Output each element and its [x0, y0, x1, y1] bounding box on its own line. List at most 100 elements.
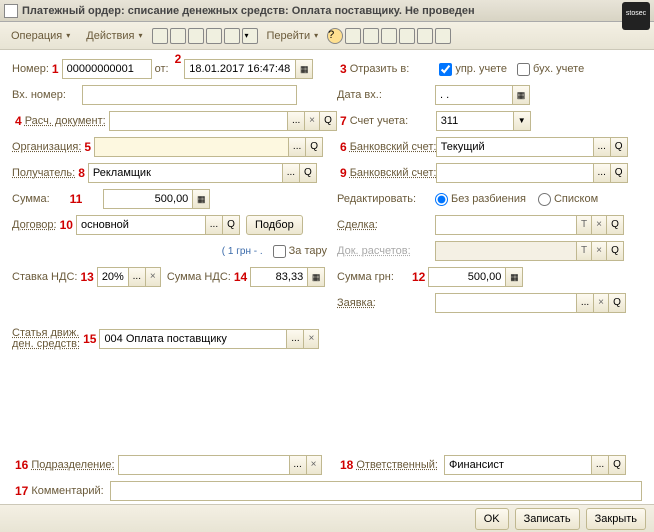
toolbar-icon-2[interactable] — [170, 28, 186, 44]
zayavka-input[interactable] — [435, 293, 577, 313]
lookup-button-4[interactable]: Q — [299, 163, 317, 183]
hint-grn: ( 1 грн - . — [222, 246, 263, 257]
clear-button-4[interactable]: × — [145, 267, 161, 287]
dots-button-5[interactable]: ... — [593, 163, 611, 183]
recipient-input[interactable] — [88, 163, 283, 183]
upr-label: упр. учете — [455, 63, 507, 75]
ok-button[interactable]: OK — [475, 508, 509, 530]
date-input[interactable] — [184, 59, 296, 79]
dots-button-7[interactable]: ... — [128, 267, 146, 287]
lookup-button-10[interactable]: Q — [608, 455, 626, 475]
footer: OK Записать Закрыть — [0, 504, 654, 532]
toolbar-icon-11[interactable] — [435, 28, 451, 44]
logo-badge: stosec — [622, 2, 650, 30]
toolbar-icon-8[interactable] — [381, 28, 397, 44]
lookup-button-3[interactable]: Q — [610, 137, 628, 157]
toolbar-icon-6[interactable] — [242, 28, 258, 44]
clear-button-5[interactable]: × — [593, 293, 609, 313]
clear-button-3[interactable]: × — [591, 241, 607, 261]
list-label: Списком — [554, 193, 598, 205]
dots-button-4[interactable]: ... — [282, 163, 300, 183]
save-button[interactable]: Записать — [515, 508, 580, 530]
calc-icon-2[interactable]: ▦ — [307, 267, 325, 287]
toolbar-icon-3[interactable] — [188, 28, 204, 44]
calendar-icon-2[interactable]: ▦ — [512, 85, 530, 105]
clear-button[interactable]: × — [304, 111, 320, 131]
dots-button-11[interactable]: ... — [591, 455, 609, 475]
toolbar-icon-1[interactable] — [152, 28, 168, 44]
article-label[interactable]: Статья движ. ден. средств: — [12, 328, 80, 350]
contract-label[interactable]: Договор: — [12, 219, 57, 231]
bux-checkbox[interactable] — [517, 63, 530, 76]
respons-input[interactable] — [444, 455, 592, 475]
in-number-input[interactable] — [82, 85, 297, 105]
dropdown-button[interactable]: ▼ — [513, 111, 531, 131]
org-input[interactable] — [94, 137, 289, 157]
lookup-button[interactable]: Q — [319, 111, 337, 131]
zayavka-label[interactable]: Заявка: — [337, 297, 435, 309]
subdiv-input[interactable] — [118, 455, 290, 475]
toolbar-icon-4[interactable] — [206, 28, 222, 44]
toolbar-icon-dk[interactable] — [345, 28, 361, 44]
calendar-icon[interactable]: ▦ — [295, 59, 313, 79]
number-input[interactable] — [62, 59, 152, 79]
dots-button-3[interactable]: ... — [593, 137, 611, 157]
lookup-button-9[interactable]: Q — [608, 293, 626, 313]
contract-input[interactable] — [76, 215, 206, 235]
in-date-input[interactable] — [435, 85, 513, 105]
select-button[interactable]: Подбор — [246, 215, 303, 235]
dots-button[interactable]: ... — [287, 111, 305, 131]
dots-button-6[interactable]: ... — [205, 215, 223, 235]
clear-button-6[interactable]: × — [303, 329, 319, 349]
upr-checkbox[interactable] — [439, 63, 452, 76]
sumgrn-input[interactable] — [428, 267, 506, 287]
list-radio[interactable] — [538, 193, 551, 206]
goto-menu[interactable]: Перейти — [260, 26, 326, 46]
operation-menu[interactable]: Операция — [4, 26, 77, 46]
toolbar-icon-7[interactable] — [363, 28, 379, 44]
marker-14: 14 — [234, 270, 247, 284]
zataru-checkbox[interactable] — [273, 245, 286, 258]
sum-input[interactable] — [103, 189, 193, 209]
deal-label[interactable]: Сделка: — [337, 219, 435, 231]
lookup-button-2[interactable]: Q — [305, 137, 323, 157]
t-button-2[interactable]: T — [576, 241, 592, 261]
subdiv-label[interactable]: Подразделение: — [31, 459, 114, 471]
calc-icon[interactable]: ▦ — [192, 189, 210, 209]
lookup-button-8[interactable]: Q — [606, 241, 624, 261]
actions-menu[interactable]: Действия — [79, 26, 149, 46]
t-button[interactable]: T — [576, 215, 592, 235]
lookup-button-6[interactable]: Q — [222, 215, 240, 235]
vatrate-input[interactable] — [97, 267, 129, 287]
org-label[interactable]: Организация: — [12, 141, 81, 153]
account-input[interactable] — [436, 111, 514, 131]
rasch-doc-label[interactable]: Расч. документ: — [25, 115, 106, 127]
bank-acc-label[interactable]: Банковский счет: — [350, 141, 436, 153]
toolbar-icon-9[interactable] — [399, 28, 415, 44]
vatsum-input[interactable] — [250, 267, 308, 287]
rasch-doc-input[interactable] — [109, 111, 288, 131]
lookup-button-5[interactable]: Q — [610, 163, 628, 183]
article-input[interactable] — [99, 329, 287, 349]
respons-label[interactable]: Ответственный: — [356, 459, 438, 471]
dots-button-9[interactable]: ... — [286, 329, 304, 349]
bank-acc2-label[interactable]: Банковский счет: — [350, 167, 436, 179]
dots-button-8[interactable]: ... — [576, 293, 594, 313]
lookup-button-7[interactable]: Q — [606, 215, 624, 235]
deal-input[interactable] — [435, 215, 577, 235]
bank-acc-input[interactable] — [436, 137, 594, 157]
recipient-label[interactable]: Получатель: — [12, 167, 75, 179]
help-icon[interactable]: ? — [327, 28, 343, 44]
calc-icon-3[interactable]: ▦ — [505, 267, 523, 287]
clear-button-7[interactable]: × — [306, 455, 322, 475]
toolbar-icon-10[interactable] — [417, 28, 433, 44]
close-button[interactable]: Закрыть — [586, 508, 646, 530]
dots-button-10[interactable]: ... — [289, 455, 307, 475]
bank-acc2-input[interactable] — [436, 163, 594, 183]
toolbar-icon-5[interactable] — [224, 28, 240, 44]
dots-button-2[interactable]: ... — [288, 137, 306, 157]
clear-button-2[interactable]: × — [591, 215, 607, 235]
marker-15: 15 — [83, 332, 96, 346]
nosplit-radio[interactable] — [435, 193, 448, 206]
comment-input[interactable] — [110, 481, 642, 501]
